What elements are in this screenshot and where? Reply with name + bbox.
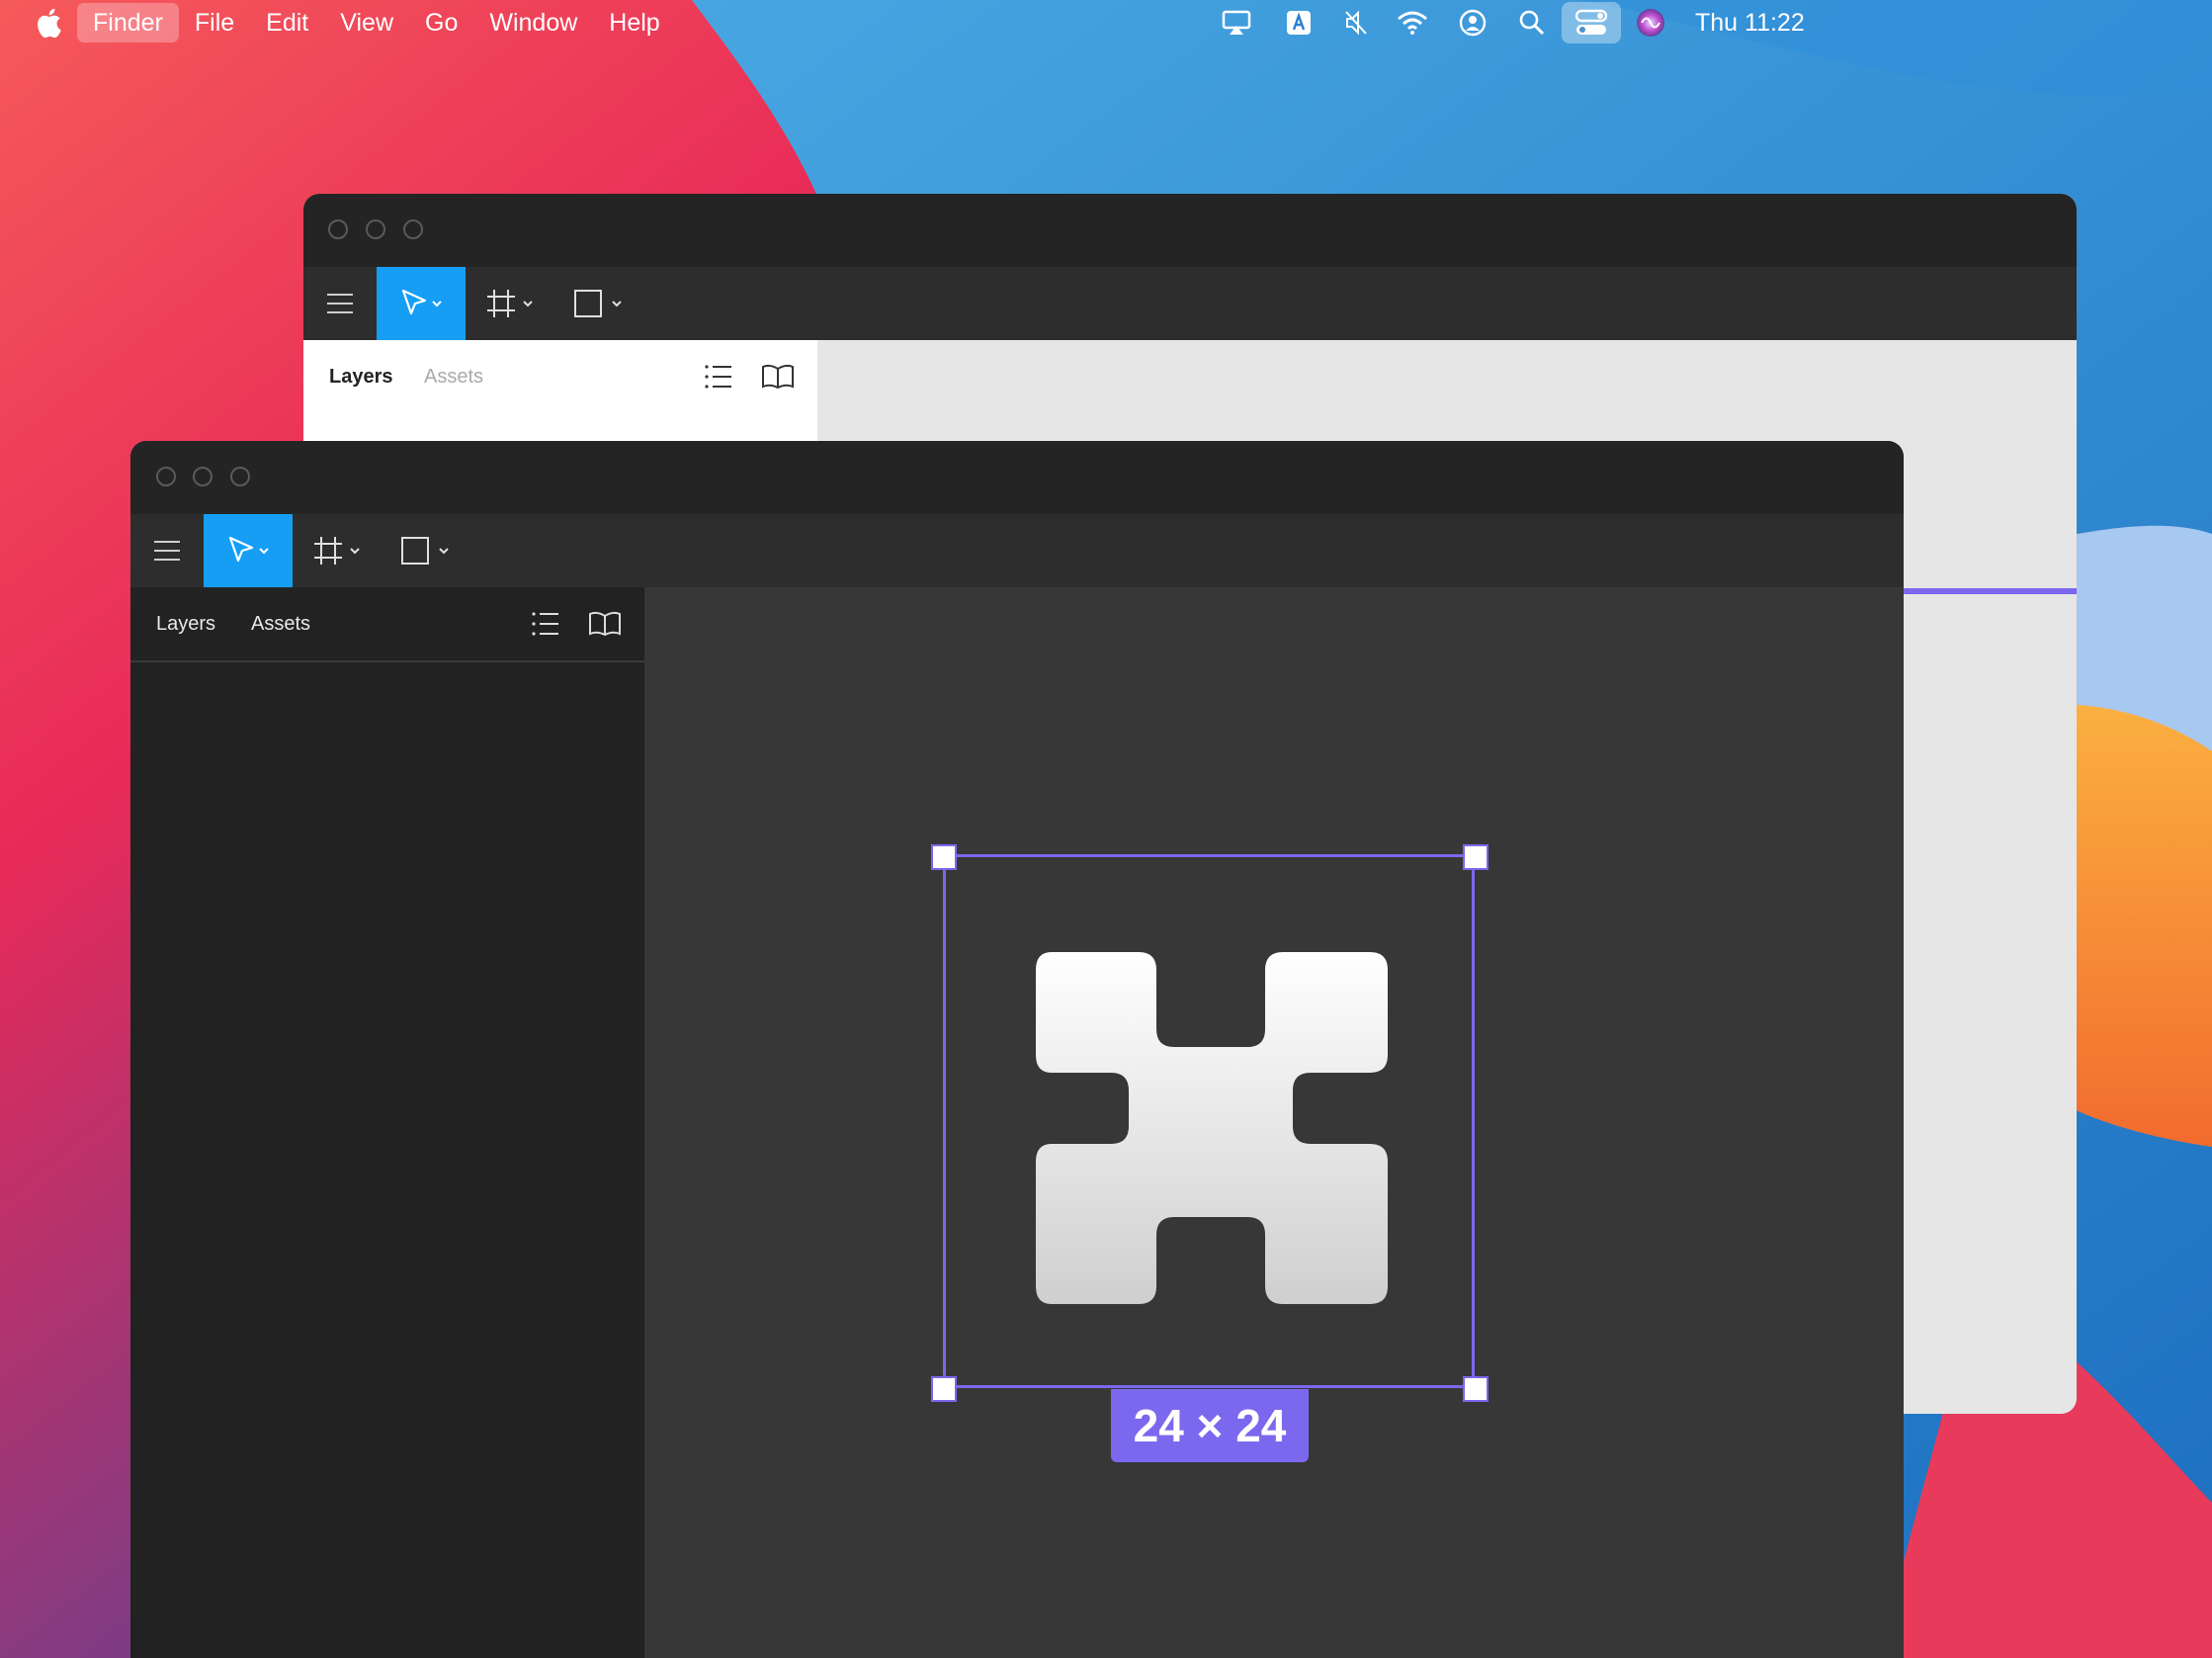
menu-clock[interactable]: Thu 11:22 xyxy=(1695,0,1805,45)
layers-panel: Layers Assets xyxy=(130,587,644,1658)
menu-go[interactable]: Go xyxy=(409,3,473,43)
menu-view[interactable]: View xyxy=(324,3,409,43)
resize-handle-top-right[interactable] xyxy=(1463,844,1489,870)
menu-edit[interactable]: Edit xyxy=(250,3,324,43)
mute-icon[interactable] xyxy=(1342,0,1370,45)
title-bar xyxy=(130,441,1904,514)
menu-bar: Finder File Edit View Go Window Help Thu… xyxy=(0,0,2212,45)
frame-tool-button[interactable] xyxy=(306,514,372,587)
menu-file[interactable]: File xyxy=(179,3,250,43)
zoom-button[interactable] xyxy=(403,219,423,239)
main-menu-icon[interactable] xyxy=(130,514,204,587)
selection-box[interactable] xyxy=(943,854,1475,1388)
spotlight-icon[interactable] xyxy=(1518,0,1546,45)
library-icon[interactable] xyxy=(588,611,622,642)
tab-assets[interactable]: Assets xyxy=(424,340,483,413)
main-menu-icon[interactable] xyxy=(303,267,377,340)
resize-handle-bottom-right[interactable] xyxy=(1463,1376,1489,1402)
tab-assets[interactable]: Assets xyxy=(251,587,310,660)
input-source-icon[interactable] xyxy=(1285,0,1313,45)
apple-icon[interactable] xyxy=(36,7,61,39)
minimize-button[interactable] xyxy=(366,219,385,239)
toolbar xyxy=(130,514,1904,587)
zoom-button[interactable] xyxy=(230,467,250,486)
dimension-label: 24 × 24 xyxy=(1111,1389,1309,1462)
close-button[interactable] xyxy=(328,219,348,239)
toolbar xyxy=(303,267,2077,340)
selection-edge xyxy=(1885,588,2077,594)
wifi-icon[interactable] xyxy=(1396,0,1429,45)
control-center-icon[interactable] xyxy=(1562,2,1621,44)
tab-layers[interactable]: Layers xyxy=(156,587,215,660)
resize-handle-bottom-left[interactable] xyxy=(931,1376,957,1402)
resize-handle-top-left[interactable] xyxy=(931,844,957,870)
siri-icon[interactable] xyxy=(1635,0,1666,45)
menu-finder[interactable]: Finder xyxy=(77,3,179,43)
list-view-icon[interactable] xyxy=(705,364,732,394)
frame-tool-button[interactable] xyxy=(479,267,545,340)
menu-window[interactable]: Window xyxy=(473,3,593,43)
library-icon[interactable] xyxy=(761,364,795,394)
minimize-button[interactable] xyxy=(193,467,213,486)
panel-divider xyxy=(130,660,644,662)
airplay-icon[interactable] xyxy=(1220,0,1253,45)
user-icon[interactable] xyxy=(1458,0,1488,45)
close-button[interactable] xyxy=(156,467,176,486)
shape-tool-button[interactable] xyxy=(568,267,634,340)
shape-tool-button[interactable] xyxy=(395,514,461,587)
list-view-icon[interactable] xyxy=(532,611,559,642)
tab-layers[interactable]: Layers xyxy=(329,340,393,413)
move-tool-button[interactable] xyxy=(204,514,293,587)
title-bar xyxy=(303,194,2077,267)
move-tool-button[interactable] xyxy=(377,267,466,340)
menu-help[interactable]: Help xyxy=(593,3,675,43)
